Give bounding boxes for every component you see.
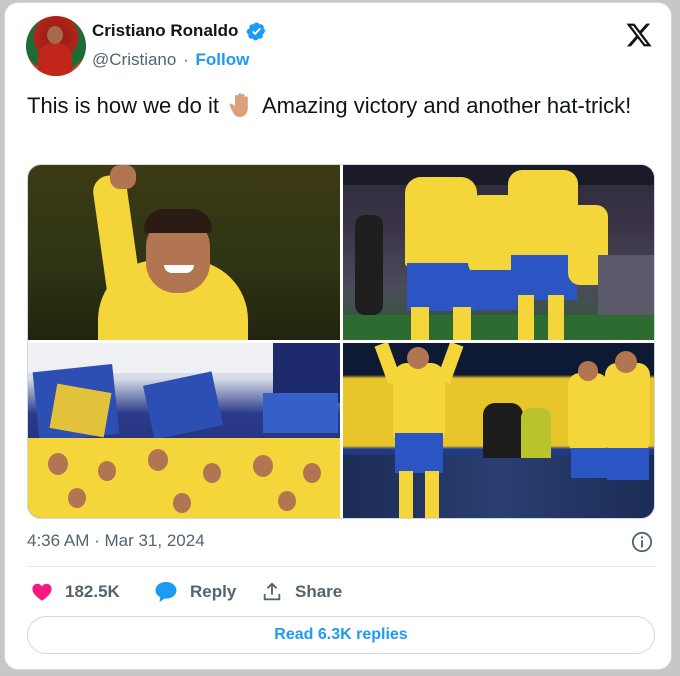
divider	[27, 566, 655, 567]
tweet-text-part-1: This is how we do it	[27, 93, 219, 118]
speech-bubble-icon	[155, 582, 177, 602]
verified-badge-icon	[246, 22, 266, 41]
author-name[interactable]: Cristiano Ronaldo	[92, 21, 238, 41]
separator-dot: ·	[183, 50, 189, 69]
raised-hand-emoji	[229, 93, 248, 117]
like-count: 182.5K	[65, 582, 120, 601]
photo-players-pitch[interactable]	[343, 343, 654, 518]
photo-team-huddle[interactable]	[343, 165, 654, 340]
share-label: Share	[295, 582, 343, 601]
like-button[interactable]: 182.5K	[31, 577, 120, 607]
photo-fans-flags[interactable]	[28, 343, 340, 518]
media-grid	[27, 164, 655, 519]
photo-player-celebration[interactable]	[28, 165, 340, 340]
follow-button[interactable]: Follow	[195, 50, 249, 69]
tweet-text: This is how we do it Amazing victory and…	[27, 91, 657, 121]
tweet-card: Cristiano Ronaldo @Cristiano · Follow Th…	[4, 2, 672, 670]
info-icon[interactable]	[631, 531, 653, 553]
tweet-text-part-2: Amazing victory and another hat-trick!	[262, 93, 632, 118]
author-avatar[interactable]	[26, 16, 86, 76]
author-handle[interactable]: @Cristiano	[92, 50, 176, 69]
reply-label: Reply	[190, 582, 237, 601]
read-replies-button[interactable]: Read 6.3K replies	[27, 616, 655, 654]
reply-button[interactable]: Reply	[154, 577, 236, 607]
tweet-timestamp[interactable]: 4:36 AM · Mar 31, 2024	[27, 531, 205, 551]
share-upload-icon	[263, 582, 281, 601]
share-button[interactable]: Share	[261, 577, 342, 607]
heart-icon	[32, 583, 52, 601]
x-logo-icon[interactable]	[624, 21, 654, 49]
author-handle-line: @Cristiano · Follow	[92, 50, 249, 70]
